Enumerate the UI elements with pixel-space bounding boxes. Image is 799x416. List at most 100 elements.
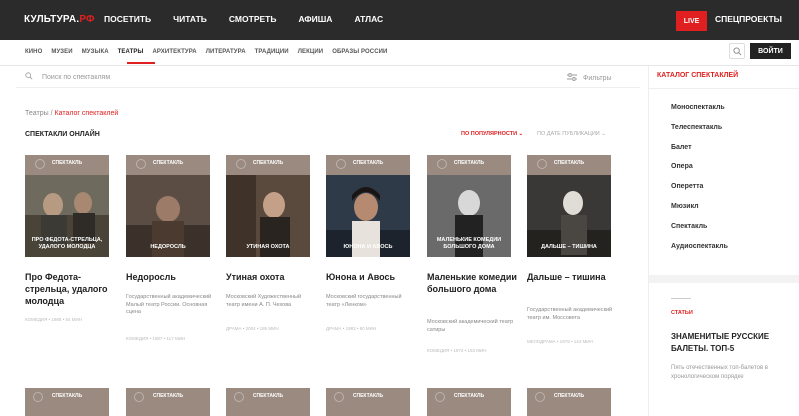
nav-read[interactable]: ЧИТАТЬ <box>173 14 207 24</box>
card-meta: ДРАМА • 2004 • 186 МИН <box>226 326 279 331</box>
card-title[interactable]: Утиная охота <box>226 271 318 283</box>
performance-card-partial[interactable]: СПЕКТАКЛЬ <box>126 388 210 416</box>
genre-item-tv-play[interactable]: Телеспектакль <box>671 124 728 144</box>
performance-card-partial[interactable]: СПЕКТАКЛЬ <box>527 388 611 416</box>
tab-architecture[interactable]: АРХИТЕКТУРА <box>153 49 197 55</box>
card-caption: ПРО ФЕДОТА-СТРЕЛЬЦА, УДАЛОГО МОЛОДЦА <box>31 237 103 250</box>
nav-watch[interactable]: СМОТРЕТЬ <box>229 14 277 24</box>
login-button[interactable]: ВОЙТИ <box>750 43 791 59</box>
card-meta: КОМЕДИЯ • 1974 • 153 МИН <box>427 348 487 353</box>
breadcrumb-theatres[interactable]: Театры <box>25 110 49 117</box>
card-meta: МЕЛОДРАМА • 1978 • 144 МИН <box>527 339 593 344</box>
active-tab-underline <box>127 62 155 64</box>
performance-thumbnail[interactable]: СПЕКТАКЛЬ ПРО ФЕДОТА-СТРЕЛЬЦА, УДАЛОГО М… <box>25 155 109 257</box>
card-caption: УТИНАЯ ОХОТА <box>246 244 290 250</box>
divider <box>671 298 691 299</box>
sidebar-separator <box>649 275 799 283</box>
sort-by-date[interactable]: ПО ДАТЕ ПУБЛИКАЦИИ ⌄ <box>537 131 606 137</box>
site-logo[interactable]: КУЛЬТУРА.РФ <box>24 14 95 25</box>
card-tag: СПЕКТАКЛЬ <box>51 393 83 399</box>
filters-label: Фильтры <box>583 74 612 82</box>
card-tag: СПЕКТАКЛЬ <box>453 160 485 166</box>
performance-thumbnail[interactable]: СПЕКТАКЛЬ УТИНАЯ ОХОТА <box>226 155 310 257</box>
search-icon <box>25 72 33 82</box>
performance-card-partial[interactable]: СПЕКТАКЛЬ <box>25 388 109 416</box>
performance-card[interactable]: СПЕКТАКЛЬ УТИНАЯ ОХОТА Утиная охота Моск… <box>226 155 310 331</box>
genre-list: Моноспектакль Телеспектакль Балет Опера … <box>671 104 728 262</box>
performance-card[interactable]: СПЕКТАКЛЬ ПРО ФЕДОТА-СТРЕЛЬЦА, УДАЛОГО М… <box>25 155 109 322</box>
card-tag: СПЕКТАКЛЬ <box>51 160 83 166</box>
performance-card[interactable]: СПЕКТАКЛЬ МАЛЕНЬКИЕ КОМЕДИИ БОЛЬШОГО ДОМ… <box>427 155 517 353</box>
performance-card-partial[interactable]: СПЕКТАКЛЬ <box>326 388 410 416</box>
genre-item-opera[interactable]: Опера <box>671 163 728 183</box>
card-tag: СПЕКТАКЛЬ <box>152 393 184 399</box>
tab-literature[interactable]: ЛИТЕРАТУРА <box>206 49 246 55</box>
tab-lectures[interactable]: ЛЕКЦИИ <box>298 49 323 55</box>
page-title: СПЕКТАКЛИ ОНЛАЙН <box>25 131 100 138</box>
sort-by-popularity[interactable]: ПО ПОПУЛЯРНОСТИ ⌄ <box>461 131 523 137</box>
genre-item-ballet[interactable]: Балет <box>671 144 728 164</box>
card-caption: МАЛЕНЬКИЕ КОМЕДИИ БОЛЬШОГО ДОМА <box>436 237 502 250</box>
genre-item-audio-play[interactable]: Аудиоспектакль <box>671 243 728 263</box>
divider <box>649 88 799 89</box>
search-input[interactable]: Поиск по спектаклям <box>42 74 110 81</box>
card-caption: НЕДОРОСЛЬ <box>150 244 186 250</box>
special-projects-link[interactable]: СПЕЦПРОЕКТЫ <box>715 14 782 24</box>
catalog-heading[interactable]: КАТАЛОГ СПЕКТАКЛЕЙ <box>657 72 738 79</box>
tab-cinema[interactable]: КИНО <box>25 49 42 55</box>
genre-item-play[interactable]: Спектакль <box>671 223 728 243</box>
card-tag: СПЕКТАКЛЬ <box>453 393 485 399</box>
performance-card-partial[interactable]: СПЕКТАКЛЬ <box>427 388 511 416</box>
nav-visit[interactable]: ПОСЕТИТЬ <box>104 14 151 24</box>
card-title[interactable]: Недоросль <box>126 271 218 283</box>
performance-card[interactable]: СПЕКТАКЛЬ НЕДОРОСЛЬ Недоросль Государств… <box>126 155 211 341</box>
tab-traditions[interactable]: ТРАДИЦИИ <box>255 49 289 55</box>
card-theatre: Московский академический театр сатиры <box>427 319 514 333</box>
performance-card[interactable]: СПЕКТАКЛЬ ЮНОНА И АВОСЬ Юнона и Авось Мо… <box>326 155 410 331</box>
card-title[interactable]: Юнона и Авось <box>326 271 418 283</box>
filters-button[interactable]: Фильтры <box>567 73 612 83</box>
top-bar: КУЛЬТУРА.РФ ПОСЕТИТЬ ЧИТАТЬ СМОТРЕТЬ АФИ… <box>0 0 799 40</box>
card-theatre: Государственный академический Малый теат… <box>126 294 212 315</box>
tab-music[interactable]: МУЗЫКА <box>82 49 109 55</box>
tab-images-of-russia[interactable]: ОБРАЗЫ РОССИИ <box>332 49 387 55</box>
nav-atlas[interactable]: АТЛАС <box>354 14 383 24</box>
performance-thumbnail[interactable]: СПЕКТАКЛЬ МАЛЕНЬКИЕ КОМЕДИИ БОЛЬШОГО ДОМ… <box>427 155 511 257</box>
card-caption: ДАЛЬШЕ – ТИШИНА <box>541 244 597 250</box>
right-sidebar: КАТАЛОГ СПЕКТАКЛЕЙ Моноспектакль Телеспе… <box>648 66 799 416</box>
category-nav: КИНО МУЗЕИ МУЗЫКА ТЕАТРЫ АРХИТЕКТУРА ЛИТ… <box>0 40 799 66</box>
card-title[interactable]: Про Федота-стрельца, удалого молодца <box>25 271 117 307</box>
genre-item-operetta[interactable]: Оперетта <box>671 183 728 203</box>
performance-thumbnail[interactable]: СПЕКТАКЛЬ ДАЛЬШЕ – ТИШИНА <box>527 155 611 257</box>
genre-item-monospectacle[interactable]: Моноспектакль <box>671 104 728 124</box>
search-button[interactable] <box>729 43 745 59</box>
breadcrumb-separator: / <box>50 110 53 117</box>
breadcrumb: Театры / Каталог спектаклей <box>25 110 118 117</box>
filter-sliders-icon <box>567 73 577 83</box>
card-theatre: Государственный академический театр им. … <box>527 307 613 321</box>
search-icon <box>732 46 741 55</box>
performance-thumbnail[interactable]: СПЕКТАКЛЬ ЮНОНА И АВОСЬ <box>326 155 410 257</box>
card-title[interactable]: Маленькие комедии большого дома <box>427 271 519 295</box>
logo-text: КУЛЬТУРА. <box>24 14 80 25</box>
live-button[interactable]: LIVE <box>676 11 707 31</box>
card-tag: СПЕКТАКЛЬ <box>152 160 184 166</box>
tab-museums[interactable]: МУЗЕИ <box>51 49 72 55</box>
card-meta: КОМЕДИЯ • 1988 • 54 МИН <box>25 317 83 322</box>
card-tag: СПЕКТАКЛЬ <box>553 393 585 399</box>
article-description: Пять отечественных топ-балетов в хроноло… <box>671 365 768 380</box>
genre-item-musical[interactable]: Мюзикл <box>671 203 728 223</box>
search-bar[interactable]: Поиск по спектаклям Фильтры <box>16 66 640 88</box>
card-caption: ЮНОНА И АВОСЬ <box>343 244 393 250</box>
tab-theatres[interactable]: ТЕАТРЫ <box>118 49 144 55</box>
performance-thumbnail[interactable]: СПЕКТАКЛЬ НЕДОРОСЛЬ <box>126 155 210 257</box>
card-title[interactable]: Дальше – тишина <box>527 271 619 283</box>
article-tag[interactable]: СТАТЬИ <box>671 310 693 316</box>
performance-card-partial[interactable]: СПЕКТАКЛЬ <box>226 388 310 416</box>
card-tag: СПЕКТАКЛЬ <box>352 160 384 166</box>
card-theatre: Московский государственный театр «Ленком… <box>326 294 402 308</box>
logo-rf: РФ <box>79 14 95 25</box>
article-title[interactable]: ЗНАМЕНИТЫЕ РУССКИЕ БАЛЕТЫ. ТОП-5 <box>671 331 797 355</box>
nav-afisha[interactable]: АФИША <box>298 14 332 24</box>
performance-card[interactable]: СПЕКТАКЛЬ ДАЛЬШЕ – ТИШИНА Дальше – тишин… <box>527 155 612 344</box>
